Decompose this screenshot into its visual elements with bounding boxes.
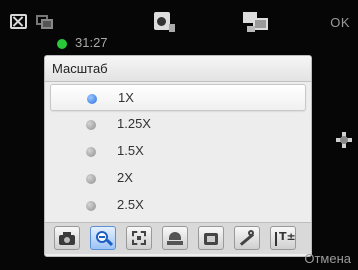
zoom-option-label: 1.25X bbox=[117, 116, 151, 131]
dialog-title: Масштаб bbox=[45, 56, 311, 82]
shooting-mode-icon[interactable] bbox=[54, 226, 80, 250]
tools-icon[interactable] bbox=[234, 226, 260, 250]
white-balance-icon[interactable] bbox=[162, 226, 188, 250]
radio-icon bbox=[86, 147, 96, 157]
exposure-glyph: T± bbox=[279, 230, 296, 243]
gallery-icon[interactable] bbox=[36, 15, 54, 29]
zoom-option-label: 1.5X bbox=[117, 143, 144, 158]
zoom-option-1x[interactable]: 1X bbox=[50, 84, 306, 111]
radio-icon bbox=[86, 201, 96, 211]
navigation-pad-icon[interactable] bbox=[336, 132, 352, 148]
zoom-option-1-5x[interactable]: 1.5X bbox=[50, 138, 306, 165]
ok-button[interactable]: OK bbox=[330, 15, 350, 30]
close-icon[interactable] bbox=[10, 14, 27, 29]
zoom-option-2-5x[interactable]: 2.5X bbox=[50, 192, 306, 219]
zoom-option-2x[interactable]: 2X bbox=[50, 165, 306, 192]
zoom-dialog: Масштаб 1X 1.25X 1.5X 2X 2.5X T± bbox=[44, 55, 312, 257]
radio-icon bbox=[86, 120, 96, 130]
recording-time: 31:27 bbox=[75, 35, 108, 50]
effects-icon[interactable] bbox=[198, 226, 224, 250]
zoom-option-label: 2.5X bbox=[117, 197, 144, 212]
zoom-option-1-25x[interactable]: 1.25X bbox=[50, 111, 306, 138]
zoom-option-label: 2X bbox=[117, 170, 133, 185]
exposure-icon[interactable]: T± bbox=[270, 226, 296, 250]
zoom-icon[interactable] bbox=[90, 226, 116, 250]
focus-icon[interactable] bbox=[126, 226, 152, 250]
cancel-button[interactable]: Отмена bbox=[304, 251, 351, 266]
radio-icon bbox=[86, 174, 96, 184]
recording-indicator-icon bbox=[57, 39, 67, 49]
zoom-option-label: 1X bbox=[118, 90, 134, 105]
video-camera-icon[interactable] bbox=[154, 10, 175, 36]
camera-toolbar: T± bbox=[45, 222, 311, 254]
radio-selected-icon bbox=[87, 94, 97, 104]
settings-icon[interactable] bbox=[243, 12, 269, 34]
zoom-options-list: 1X 1.25X 1.5X 2X 2.5X bbox=[45, 84, 311, 219]
